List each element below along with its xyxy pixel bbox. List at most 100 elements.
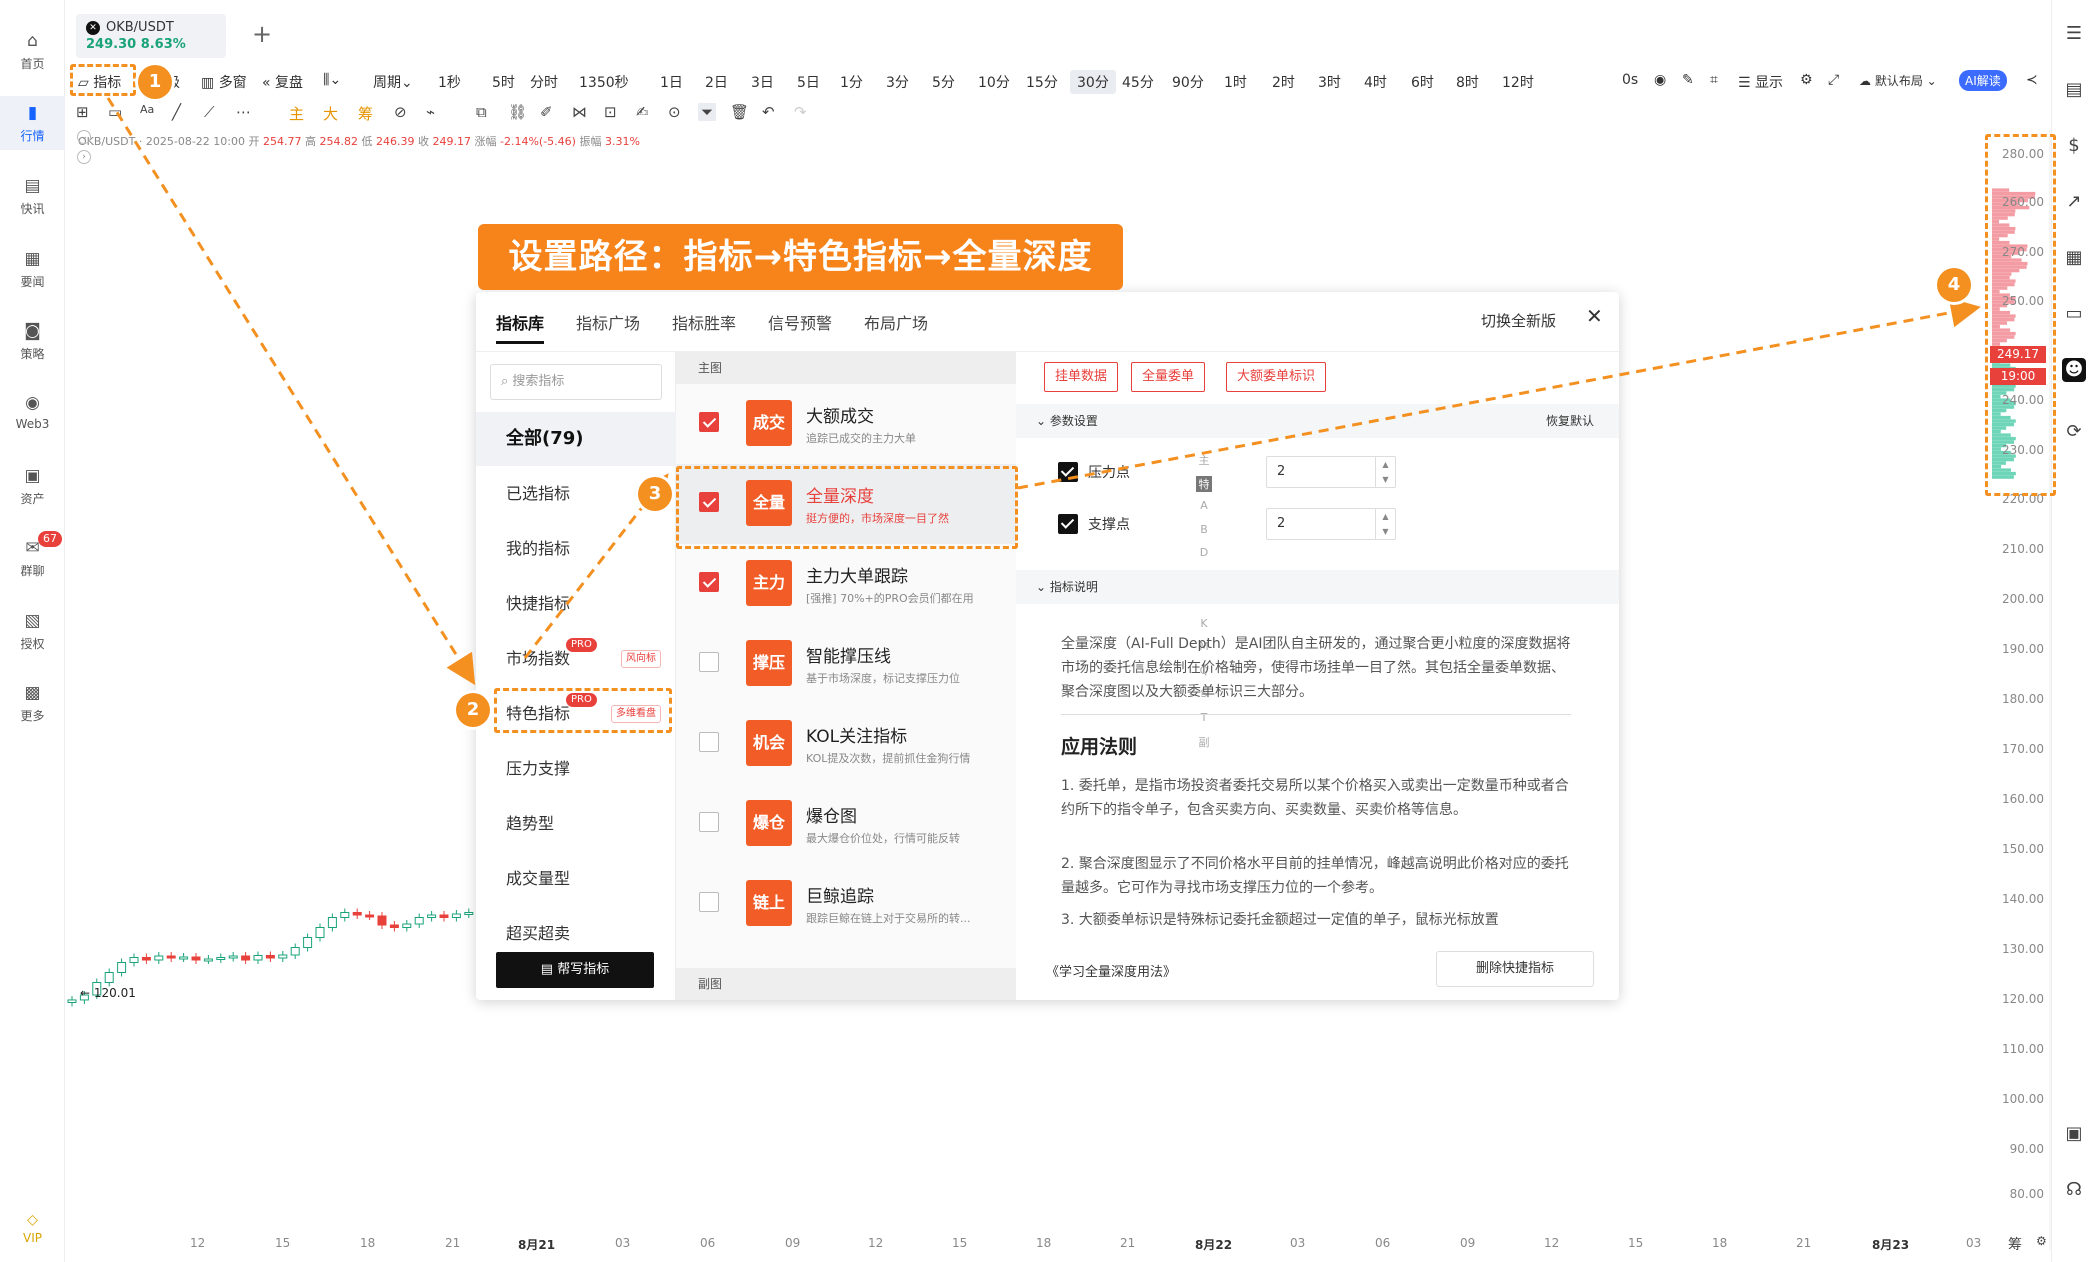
y-tick: 90.00 xyxy=(2009,1142,2044,1156)
candle xyxy=(427,914,437,918)
x-tick: 15 xyxy=(275,1236,291,1250)
indicator-checkbox[interactable] xyxy=(699,652,719,672)
dialog-tab-2[interactable]: 指标胜率 xyxy=(672,310,736,334)
x-tick: 03 xyxy=(1290,1236,1306,1250)
search-icon: ⌕ xyxy=(501,374,509,389)
indicator-checkbox[interactable] xyxy=(699,412,719,432)
learn-link[interactable]: 《学习全量深度用法》 xyxy=(1046,961,1176,980)
support-checkbox[interactable] xyxy=(1058,514,1078,534)
y-tick: 200.00 xyxy=(2002,592,2044,606)
step-2-marker: 2 xyxy=(456,693,490,727)
category-6[interactable]: 压力支撑 xyxy=(476,742,676,796)
rule-2: 2. 聚合深度图显示了不同价格水平目前的挂单情况，峰越高说明此价格对应的委托量越… xyxy=(1061,856,1569,896)
indicator-name: 巨鲸追踪 xyxy=(806,887,874,907)
dialog-tab-1[interactable]: 指标广场 xyxy=(576,310,640,334)
category-8[interactable]: 成交量型 xyxy=(476,852,676,906)
indicator-list: 主图 成交 大额成交 追踪已成交的主力大单 全量 全量深度 挺方便的，市场深度一目了然 主力… xyxy=(676,352,1212,1000)
feature-chip-0[interactable]: 挂单数据 xyxy=(1044,362,1119,392)
feature-category-highlight xyxy=(494,688,672,733)
candle xyxy=(166,955,176,959)
x-tick: 12 xyxy=(190,1236,206,1250)
depth-axis-highlight xyxy=(1985,134,2056,496)
y-tick: 180.00 xyxy=(2002,692,2044,706)
x-tick: 8月21 xyxy=(518,1238,556,1252)
pressure-stepper[interactable]: 2 ▲ ▼ xyxy=(1266,456,1396,488)
indicator-checkbox[interactable] xyxy=(699,732,719,752)
desc-scroll[interactable]: 全量深度（AI-Full Depth）是AI团队自主研发的，通过聚合更小粒度的深… xyxy=(1016,604,1619,934)
candle xyxy=(315,927,325,938)
rule-3: 3. 大额委单标识是特殊标记委托金额超过一定值的单子，鼠标光标放置 xyxy=(1061,912,1499,928)
indicator-highlight xyxy=(70,64,136,96)
support-stepper[interactable]: 2 ▲ ▼ xyxy=(1266,508,1396,540)
params-header[interactable]: ⌄ 参数设置 恢复默认 xyxy=(1016,404,1619,438)
indicator-tile: 成交 xyxy=(746,400,792,446)
candle xyxy=(67,999,77,1004)
step-1-marker: 1 xyxy=(138,65,172,99)
candle xyxy=(278,954,288,959)
x-tick: 09 xyxy=(1460,1236,1476,1250)
indicator-detail: 挂单数据 全量委单 大额委单标识 ⌄ 参数设置 恢复默认 压力点 2 ▲ ▼ 支撑点 2 ▲… xyxy=(1016,352,1619,1000)
indicator-name: 爆仓图 xyxy=(806,807,857,827)
indicator-checkbox[interactable] xyxy=(699,892,719,912)
candle xyxy=(290,947,300,956)
category-7[interactable]: 趋势型 xyxy=(476,797,676,851)
category-4[interactable]: 市场指数 PRO 风向标 xyxy=(476,632,676,686)
support-label: 支撑点 xyxy=(1088,517,1130,533)
x-tick: 12 xyxy=(868,1236,884,1250)
pro-badge: PRO xyxy=(566,638,597,652)
y-tick: 190.00 xyxy=(2002,642,2044,656)
candle xyxy=(439,914,449,918)
delete-shortcut-button[interactable]: 删除快捷指标 xyxy=(1436,951,1594,987)
indicator-checkbox[interactable] xyxy=(699,572,719,592)
indicator-item-0[interactable]: 成交 大额成交 追踪已成交的主力大单 xyxy=(676,384,1016,464)
indicator-item-2[interactable]: 主力 主力大单跟踪 [强推] 70%+的PRO会员们都在用 xyxy=(676,544,1016,624)
category-label: 超买超卖 xyxy=(506,924,571,943)
indicator-item-3[interactable]: 撑压 智能撑压线 基于市场深度，标记支撑压力位 xyxy=(676,624,1016,704)
search-input[interactable]: ⌕ 搜索指标 xyxy=(490,364,662,400)
category-list: ⌕ 搜索指标 全部(79) 已选指标 我的指标 快捷指标 市场指数 PRO 风向标 特色指标 P… xyxy=(476,352,676,1000)
indicator-item-5[interactable]: 爆仓 爆仓图 最大爆仓价位处，行情可能反转 xyxy=(676,784,1016,864)
feature-chip-2[interactable]: 大额委单标识 xyxy=(1226,362,1327,392)
close-icon[interactable]: ✕ xyxy=(1586,304,1603,328)
full-depth-highlight xyxy=(676,466,1018,549)
dialog-tab-3[interactable]: 信号预警 xyxy=(768,310,832,334)
y-tick: 100.00 xyxy=(2002,1092,2044,1106)
pressure-checkbox[interactable] xyxy=(1058,462,1078,482)
candle xyxy=(451,913,461,918)
category-label: 市场指数 xyxy=(506,649,571,668)
candle xyxy=(402,923,412,928)
indicator-item-4[interactable]: 机会 KOL关注指标 KOL提及次数，提前抓住金狗行情 xyxy=(676,704,1016,784)
indicator-desc: 追踪已成交的主力大单 xyxy=(806,432,916,445)
x-tick: 8月23 xyxy=(1872,1238,1910,1252)
category-3[interactable]: 快捷指标 xyxy=(476,577,676,631)
dialog-tab-4[interactable]: 布局广场 xyxy=(864,310,928,334)
category-label: 已选指标 xyxy=(506,484,571,503)
restore-default-link[interactable]: 恢复默认 xyxy=(1546,404,1594,438)
x-tick: 21 xyxy=(445,1236,461,1250)
desc-paragraph: 全量深度（AI-Full Depth）是AI团队自主研发的，通过聚合更小粒度的深… xyxy=(1061,636,1571,700)
rule-1: 1. 委托单，是指市场投资者委托交易所以某个价格买入或卖出一定数量币种或者合约所… xyxy=(1061,778,1569,818)
category-label: 成交量型 xyxy=(506,869,571,888)
indicator-dialog: 指标库 指标广场 指标胜率 信号预警 布局广场 切换全新版 ✕ ⌕ 搜索指标 全部(79… xyxy=(476,292,1619,1000)
divider xyxy=(1061,714,1571,715)
category-0[interactable]: 全部(79) xyxy=(476,412,676,466)
x-tick: 15 xyxy=(1628,1236,1644,1250)
axis-settings-icon[interactable]: ⚙ xyxy=(2036,1234,2047,1248)
feature-chip-1[interactable]: 全量委单 xyxy=(1131,362,1206,392)
help-write-button[interactable]: ▤ 帮写指标 xyxy=(496,952,654,988)
candle xyxy=(303,937,313,948)
desc-header[interactable]: ⌄ 指标说明 xyxy=(1016,570,1619,604)
switch-new-version-link[interactable]: 切换全新版 xyxy=(1481,310,1556,331)
indicator-checkbox[interactable] xyxy=(699,812,719,832)
tag-market: 风向标 xyxy=(621,650,661,668)
dialog-tab-0[interactable]: 指标库 xyxy=(496,310,545,344)
x-tick: 03 xyxy=(1966,1236,1982,1250)
chips-corner-label: 筹 xyxy=(2008,1237,2022,1253)
step-4-marker: 4 xyxy=(1937,268,1971,302)
category-2[interactable]: 我的指标 xyxy=(476,522,676,576)
category-label: 全部(79) xyxy=(506,428,584,449)
indicator-item-6[interactable]: 链上 巨鲸追踪 跟踪巨鲸在链上对于交易所的转... xyxy=(676,864,1016,944)
candle xyxy=(464,912,474,915)
indicator-tile: 机会 xyxy=(746,720,792,766)
x-tick: 06 xyxy=(1375,1236,1391,1250)
